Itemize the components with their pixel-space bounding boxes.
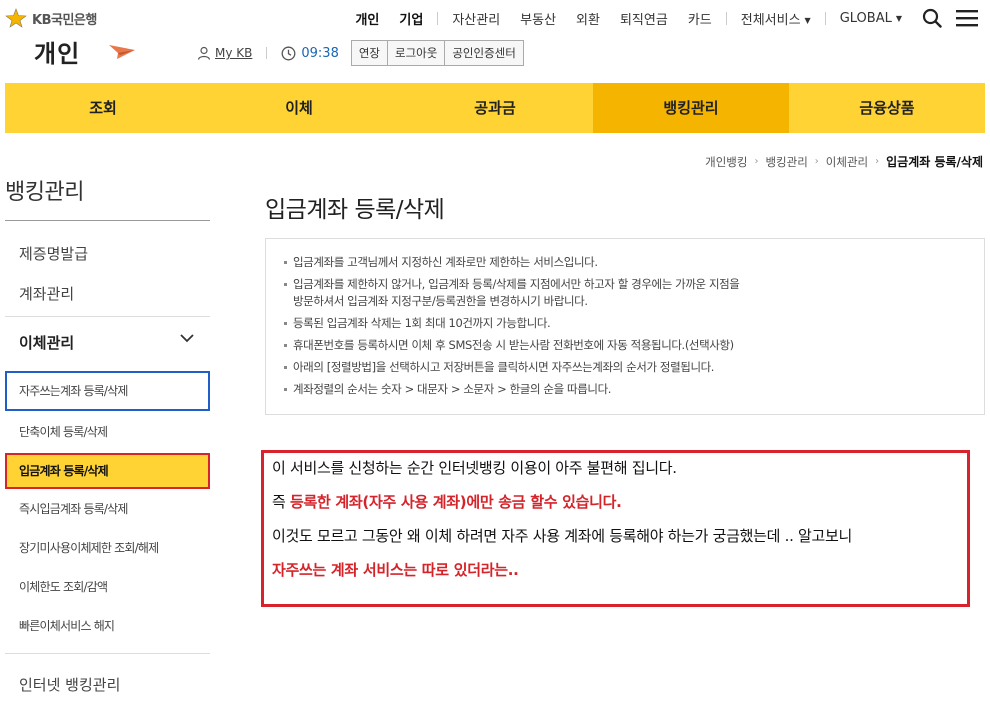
sidebar-sub-instant-deposit-accounts[interactable]: 즉시입금계좌 등록/삭제 (5, 489, 210, 529)
gnb-all-services[interactable]: 전체서비스 ▼ (731, 9, 821, 28)
caret-down-icon: ▼ (895, 13, 902, 23)
sidebar-item-internet-banking[interactable]: 인터넷 뱅킹관리 (19, 674, 120, 695)
divider (725, 11, 727, 25)
gnb-personal[interactable]: 개인 (345, 9, 389, 28)
my-kb-link[interactable]: My KB (215, 46, 252, 60)
gnb-pension[interactable]: 퇴직연금 (610, 9, 678, 28)
info-item: 휴대폰번호를 등록하시면 이체 후 SMS전송 시 받는사람 전화번호에 자동 … (284, 337, 966, 354)
info-item: 입금계좌를 제한하지 않거나, 입금계좌 등록/삭제를 지점에서만 하고자 할 … (284, 276, 966, 293)
sidebar-item-account-management[interactable]: 계좌관리 (19, 283, 74, 304)
annotation-line: 즉 등록한 계좌(자주 사용 계좌)에만 송금 할수 있습니다. (272, 493, 958, 511)
chevron-right-icon: › (754, 156, 759, 167)
annotation-box: 이 서비스를 신청하는 순간 인터넷뱅킹 이용이 아주 불편해 집니다. 즉 등… (261, 450, 970, 607)
breadcrumb-item[interactable]: 개인뱅킹 (705, 154, 747, 170)
person-icon (197, 46, 211, 60)
extend-button[interactable]: 연장 (351, 41, 389, 65)
main-nav: 조회 이체 공과금 뱅킹관리 금융상품 (5, 83, 985, 133)
kb-logo[interactable]: KB국민은행 (4, 8, 97, 28)
annotation-emphasis: 등록한 계좌(자주 사용 계좌)에만 송금 할수 있습니다. (289, 493, 622, 511)
sidebar-sub-transfer-limit[interactable]: 이체한도 조회/감액 (5, 567, 210, 607)
paper-plane-icon (109, 45, 135, 59)
session-buttons: 연장 로그아웃 공인인증센터 (350, 40, 524, 66)
search-icon[interactable] (922, 8, 942, 28)
caret-down-icon: ▼ (804, 15, 811, 25)
annotation-prefix: 즉 (272, 493, 290, 511)
sidebar-sub-dormant-transfer-limit[interactable]: 장기미사용이체제한 조회/해제 (5, 528, 210, 568)
main-nav-transfer[interactable]: 이체 (201, 83, 397, 133)
info-item: 등록된 입금계좌 삭제는 1회 최대 10건까지 가능합니다. (284, 315, 966, 332)
annotation-line: 이것도 모르고 그동안 왜 이체 하려면 자주 사용 계좌에 등록해야 하는가 … (272, 527, 853, 545)
sidebar-item-certificates[interactable]: 제증명발급 (19, 243, 88, 264)
main-nav-banking-management[interactable]: 뱅킹관리 (593, 83, 789, 133)
logo-text: KB국민은행 (32, 12, 97, 28)
main-nav-utility-bills[interactable]: 공과금 (397, 83, 593, 133)
breadcrumb-item[interactable]: 이체관리 (826, 154, 868, 170)
info-item: 입금계좌를 고객님께서 지정하신 계좌로만 제한하는 서비스입니다. (284, 254, 966, 271)
gnb-card[interactable]: 카드 (678, 9, 722, 28)
main-nav-financial-products[interactable]: 금융상품 (789, 83, 985, 133)
sidebar-sub-frequent-accounts[interactable]: 자주쓰는계좌 등록/삭제 (5, 371, 210, 411)
chevron-down-icon[interactable] (180, 333, 194, 343)
sidebar-sub-quick-transfer[interactable]: 단축이체 등록/삭제 (5, 412, 210, 452)
sidebar-sub-deposit-accounts[interactable]: 입금계좌 등록/삭제 (5, 453, 210, 489)
divider (266, 47, 268, 59)
utility-bar: My KB 09:38 연장 로그아웃 공인인증센터 (197, 40, 524, 66)
clock-icon (281, 46, 296, 60)
page-title: 입금계좌 등록/삭제 (265, 197, 445, 223)
sidebar-title: 뱅킹관리 (5, 180, 84, 205)
breadcrumb: 개인뱅킹 › 뱅킹관리 › 이체관리 › 입금계좌 등록/삭제 (705, 153, 983, 170)
info-item: 계좌정렬의 순서는 숫자 > 대문자 > 소문자 > 한글의 순을 따릅니다. (284, 381, 966, 398)
sidebar-group-title[interactable]: 이체관리 (19, 332, 74, 353)
logout-button[interactable]: 로그아웃 (388, 41, 446, 65)
info-item-continued: 방문하셔서 입금계좌 지정구분/등록권한을 변경하시기 바랍니다. (293, 294, 588, 308)
brand-title: 개인 (34, 40, 81, 68)
breadcrumb-item[interactable]: 뱅킹관리 (765, 154, 807, 170)
global-nav: 개인 기업 자산관리 부동산 외환 퇴직연금 카드 전체서비스 ▼ GLOBAL ▼ (345, 8, 978, 28)
cert-center-button[interactable]: 공인인증센터 (445, 41, 523, 65)
info-box: 입금계좌를 고객님께서 지정하신 계좌로만 제한하는 서비스입니다. 입금계좌를… (265, 238, 985, 415)
global-label: GLOBAL (839, 10, 892, 26)
breadcrumb-current: 입금계좌 등록/삭제 (886, 155, 983, 169)
gnb-fx[interactable]: 외환 (566, 9, 610, 28)
annotation-line: 이 서비스를 신청하는 순간 인터넷뱅킹 이용이 아주 불편해 집니다. (272, 459, 677, 477)
sidebar-sub-fast-transfer-cancel[interactable]: 빠른이체서비스 해지 (5, 606, 210, 646)
main-nav-inquiry[interactable]: 조회 (5, 83, 201, 133)
gnb-corporate[interactable]: 기업 (389, 9, 433, 28)
sidebar-divider (5, 220, 210, 221)
divider (824, 11, 826, 25)
hamburger-menu-icon[interactable] (956, 9, 978, 27)
all-services-label: 전체서비스 (740, 12, 801, 28)
gnb-realestate[interactable]: 부동산 (510, 9, 566, 28)
divider (437, 11, 439, 25)
gnb-asset[interactable]: 자산관리 (442, 9, 510, 28)
gnb-global[interactable]: GLOBAL ▼ (830, 11, 912, 26)
kb-star-icon (5, 8, 27, 28)
annotation-emphasis: 자주쓰는 계좌 서비스는 따로 있더라는.. (272, 561, 519, 579)
session-timer: 09:38 (301, 45, 339, 61)
chevron-right-icon: › (814, 156, 819, 167)
info-item: 아래의 [정렬방법]을 선택하시고 저장버튼을 클릭하시면 자주쓰는계좌의 순서… (284, 359, 966, 376)
chevron-right-icon: › (875, 156, 880, 167)
